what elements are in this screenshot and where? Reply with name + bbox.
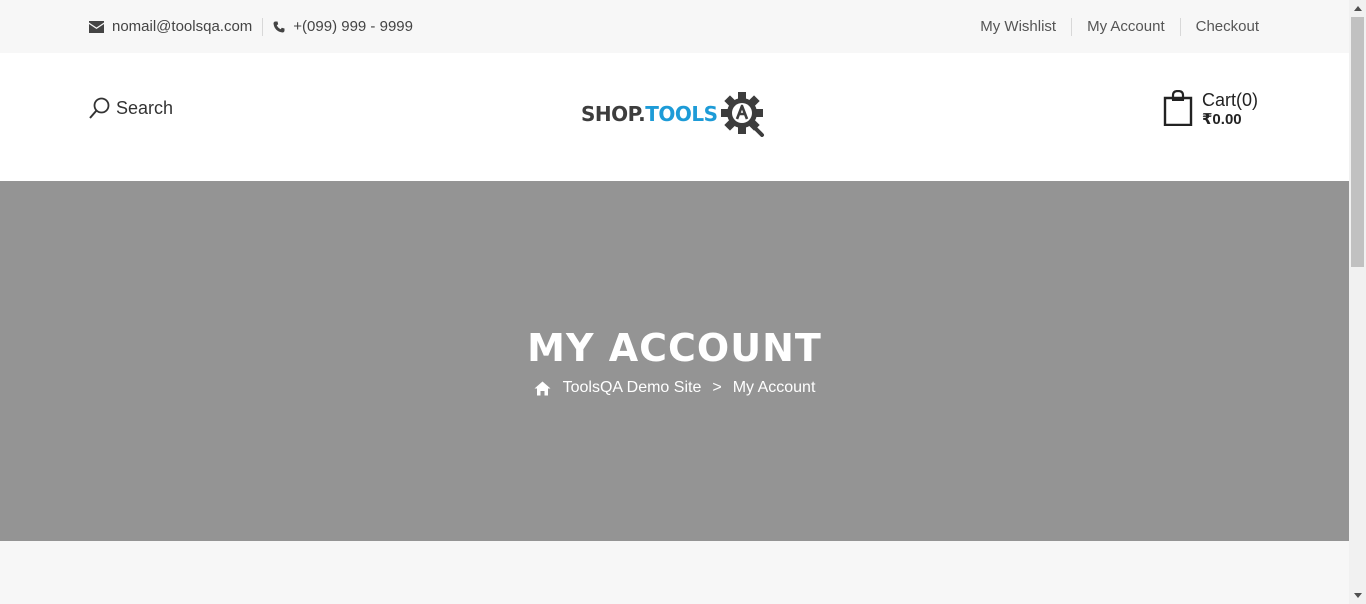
vertical-scrollbar[interactable]: [1349, 0, 1366, 604]
topbar: nomail@toolsqa.com +(099) 999 - 9999 My …: [0, 0, 1349, 53]
envelope-icon: [89, 20, 104, 33]
my-wishlist-link[interactable]: My Wishlist: [980, 18, 1071, 36]
scroll-up-arrow-icon[interactable]: [1349, 0, 1366, 17]
scrollbar-thumb[interactable]: [1351, 17, 1364, 267]
phone-text: +(099) 999 - 9999: [293, 18, 413, 35]
scroll-down-arrow-icon[interactable]: [1349, 587, 1366, 604]
search-icon: [89, 97, 110, 119]
breadcrumb-separator: >: [712, 379, 722, 396]
cart-widget[interactable]: Cart(0) ₹0.00: [1163, 90, 1258, 130]
breadcrumb-current: My Account: [732, 379, 816, 396]
phone-icon: [273, 21, 285, 32]
my-account-link[interactable]: My Account: [1071, 17, 1180, 36]
divider: [262, 17, 264, 36]
search-toggle[interactable]: Search: [89, 97, 173, 119]
cart-count: Cart(0): [1202, 90, 1259, 110]
search-label: Search: [116, 97, 174, 118]
contact-info: nomail@toolsqa.com +(099) 999 - 9999: [89, 0, 413, 53]
site-logo[interactable]: SHOP. TOOLS: [581, 91, 766, 137]
breadcrumb-home-link[interactable]: ToolsQA Demo Site: [563, 379, 702, 397]
phone-item[interactable]: +(099) 999 - 9999: [273, 18, 413, 35]
checkout-link[interactable]: Checkout: [1179, 17, 1259, 36]
site-header: Search SHOP. TOOLS Cart(0) ₹0.00: [0, 53, 1349, 181]
page-title: MY ACCOUNT: [527, 326, 822, 370]
page-hero: MY ACCOUNT ToolsQA Demo Site > My Accoun…: [0, 181, 1349, 541]
cart-total: ₹0.00: [1202, 111, 1242, 128]
email-item[interactable]: nomail@toolsqa.com: [89, 18, 252, 35]
email-text: nomail@toolsqa.com: [112, 18, 253, 35]
cart-summary: Cart(0) ₹0.00: [1202, 90, 1258, 130]
home-icon[interactable]: [534, 381, 551, 396]
logo-text-shop: SHOP.: [581, 102, 646, 126]
shopping-bag-icon: [1163, 90, 1193, 126]
top-links: My Wishlist My Account Checkout: [980, 0, 1259, 53]
breadcrumb: ToolsQA Demo Site > My Account: [0, 379, 1349, 397]
logo-text-tools: TOOLS: [645, 102, 718, 126]
logo-gear-icon: [720, 92, 764, 137]
